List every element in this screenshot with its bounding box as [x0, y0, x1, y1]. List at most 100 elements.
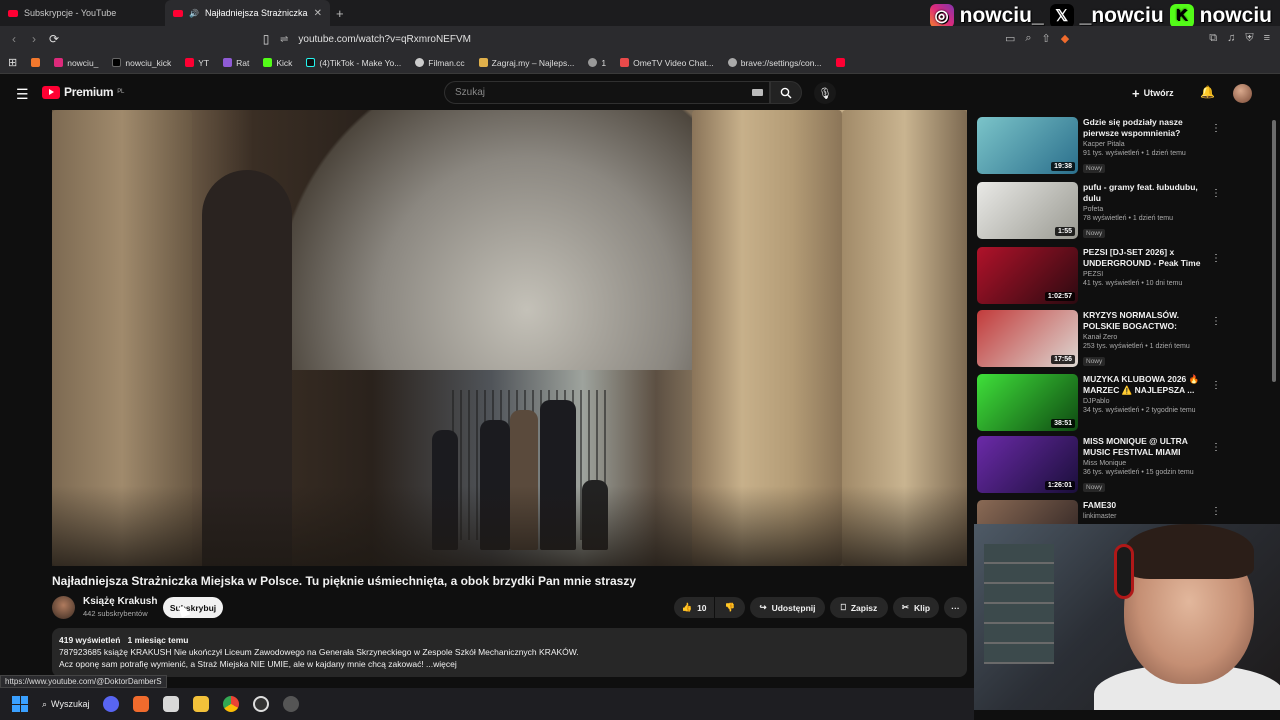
bookmark-youtube[interactable]: [835, 58, 845, 67]
recommended-channel[interactable]: DJPablo: [1083, 398, 1208, 405]
channel-name[interactable]: Książę Krakush: [83, 596, 157, 607]
bookmark-rat[interactable]: Rat: [223, 58, 249, 68]
discord-icon[interactable]: [103, 696, 120, 712]
account-avatar[interactable]: [1233, 84, 1252, 103]
bookmark-filman[interactable]: Filman.cc: [415, 58, 465, 68]
menu-icon[interactable]: ≡: [1264, 32, 1270, 45]
recommended-video[interactable]: 1:26:01 MISS MONIQUE @ ULTRA MUSIC FESTIV…: [977, 436, 1267, 496]
recommended-title[interactable]: FAME30: [1083, 500, 1208, 511]
obs-icon[interactable]: [253, 696, 270, 712]
recommended-title[interactable]: PEZSI [DJ-SET 2026] x UNDERGROUND - Peak…: [1083, 247, 1208, 269]
video-thumbnail[interactable]: 1:26:01: [977, 436, 1078, 493]
close-tab-icon[interactable]: ✕: [314, 8, 322, 19]
video-thumbnail[interactable]: 1:55: [977, 182, 1078, 239]
media-icon[interactable]: ♫: [1227, 32, 1235, 45]
brave-icon[interactable]: [133, 696, 150, 712]
vpn-icon[interactable]: ⛨: [1245, 32, 1253, 45]
voice-search-button[interactable]: 🎙: [814, 82, 836, 104]
zoom-icon[interactable]: ⌕: [1025, 32, 1031, 45]
more-vertical-icon[interactable]: ⋮: [1211, 253, 1221, 264]
channel-avatar[interactable]: [52, 596, 75, 619]
youtube-premium-logo[interactable]: Premium PL: [42, 85, 124, 99]
extensions-icon[interactable]: ⧉: [1209, 32, 1217, 45]
bookmark-instagram[interactable]: nowciu_: [54, 58, 98, 68]
bookmark-brave-settings[interactable]: brave://settings/con...: [727, 58, 822, 68]
dislike-button[interactable]: 👎: [715, 597, 745, 618]
recommended-title[interactable]: Gdzie się podziały nasze pierwsze wspomn…: [1083, 117, 1208, 139]
forward-icon[interactable]: ›: [24, 32, 44, 46]
recommended-channel[interactable]: linkimaster: [1083, 513, 1208, 520]
search-button[interactable]: [770, 81, 802, 104]
bookmark-tiktok[interactable]: (4)TikTok - Make Yo...: [306, 58, 401, 68]
page-scrollbar[interactable]: [1272, 120, 1276, 382]
description-box[interactable]: 419 wyświetleń 1 miesiąc temu 787923685 …: [52, 628, 967, 677]
video-thumbnail[interactable]: 38:51: [977, 374, 1078, 431]
save-button[interactable]: ⎕ Zapisz: [830, 597, 888, 618]
recommended-title[interactable]: MUZYKA KLUBOWA 2026 🔥 MARZEC ⚠️ NAJLEPSZ…: [1083, 374, 1208, 396]
video-thumbnail[interactable]: 19:38: [977, 117, 1078, 174]
share-button[interactable]: ↪ Udostępnij: [750, 597, 825, 618]
recommended-title[interactable]: pufu - gramy feat. łubudubu, dulu: [1083, 182, 1208, 204]
recommended-title[interactable]: KRYZYS NORMALSÓW. POLSKIE BOGACTWO: KRED…: [1083, 310, 1208, 332]
apps-icon[interactable]: ⊞: [8, 56, 17, 69]
bookmark-x[interactable]: nowciu_kick: [112, 58, 171, 68]
keyboard-icon[interactable]: [752, 89, 763, 96]
tab-subskrypcje[interactable]: Subskrypcje - YouTube: [0, 0, 165, 26]
recommended-video[interactable]: FAME30 linkimaster ⋮: [977, 500, 1267, 524]
new-tab-button[interactable]: +: [336, 6, 344, 21]
reload-icon[interactable]: ⟳: [44, 32, 64, 46]
recommended-channel[interactable]: Kacper Pitala: [1083, 141, 1208, 148]
recommended-channel[interactable]: Kanał Zero: [1083, 334, 1208, 341]
brave-shield-icon[interactable]: ◆: [1061, 32, 1069, 45]
more-vertical-icon[interactable]: ⋮: [1211, 380, 1221, 391]
like-button[interactable]: 👍 10: [674, 597, 714, 618]
bookmark-yt[interactable]: YT: [185, 58, 209, 68]
recommended-title[interactable]: MISS MONIQUE @ ULTRA MUSIC FESTIVAL MIAM…: [1083, 436, 1208, 458]
subscribe-button[interactable]: Subskrybuj: [163, 597, 223, 618]
recommended-channel[interactable]: PEZSI: [1083, 271, 1208, 278]
recommended-video[interactable]: 1:55 pufu - gramy feat. łubudubu, dulu Pof…: [977, 182, 1267, 242]
recommended-list: 19:38 Gdzie się podziały nasze pierwsze w…: [977, 110, 1267, 524]
video-thumbnail[interactable]: 1:02:57: [977, 247, 1078, 304]
notifications-bell-icon[interactable]: 🔔: [1200, 85, 1215, 99]
video-thumbnail[interactable]: [977, 500, 1078, 524]
bookmark-rss[interactable]: [31, 58, 41, 67]
tab-current-video[interactable]: 🔊 Najładniejsza Strażniczka Miej... ✕: [165, 0, 330, 26]
bookmark-icon[interactable]: ▯: [256, 32, 276, 46]
recommended-channel[interactable]: Pofeta: [1083, 206, 1208, 213]
url-field[interactable]: ⇌ youtube.com/watch?v=qRxmroNEFVM: [280, 30, 1000, 48]
create-button[interactable]: + Utwórz: [1132, 84, 1174, 102]
back-icon[interactable]: ‹: [4, 32, 24, 46]
more-vertical-icon[interactable]: ⋮: [1211, 506, 1221, 517]
recommended-video[interactable]: 17:56 KRYZYS NORMALSÓW. POLSKIE BOGACTWO:…: [977, 310, 1267, 370]
share-icon[interactable]: ⇧: [1042, 32, 1051, 45]
more-actions-button[interactable]: ···: [944, 597, 967, 618]
windows-start-icon[interactable]: [12, 696, 28, 712]
clip-button[interactable]: ✂ Klip: [893, 597, 939, 618]
settings-app-icon[interactable]: [283, 696, 300, 712]
more-vertical-icon[interactable]: ⋮: [1211, 316, 1221, 327]
search-input[interactable]: Szukaj: [444, 81, 770, 104]
recommended-channel[interactable]: Miss Monique: [1083, 460, 1208, 467]
site-info-icon[interactable]: ⇌: [280, 34, 288, 45]
speaker-icon: 🔊: [189, 8, 199, 18]
recommended-video[interactable]: 38:51 MUZYKA KLUBOWA 2026 🔥 MARZEC ⚠️ NAJ…: [977, 374, 1267, 434]
bookmark-kick[interactable]: Kick: [263, 58, 292, 68]
video-player[interactable]: [52, 110, 967, 566]
cast-icon[interactable]: ▭: [1005, 32, 1015, 45]
more-vertical-icon[interactable]: ⋮: [1211, 188, 1221, 199]
bookmark-counter[interactable]: 1: [588, 58, 606, 68]
bookmark-zagraj[interactable]: Zagraj.my – Najleps...: [478, 58, 574, 68]
more-vertical-icon[interactable]: ⋮: [1211, 442, 1221, 453]
recommended-video[interactable]: 1:02:57 PEZSI [DJ-SET 2026] x UNDERGROUND…: [977, 247, 1267, 307]
taskbar-search[interactable]: ⌕ Wyszukaj: [42, 699, 89, 710]
more-vertical-icon[interactable]: ⋮: [1211, 123, 1221, 134]
file-explorer-icon[interactable]: [193, 696, 210, 712]
recommended-video[interactable]: 19:38 Gdzie się podziały nasze pierwsze w…: [977, 117, 1267, 177]
video-duration: 1:26:01: [1044, 481, 1075, 490]
video-thumbnail[interactable]: 17:56: [977, 310, 1078, 367]
hamburger-menu-icon[interactable]: ☰: [16, 86, 29, 103]
bookmark-ometv[interactable]: OmeTV Video Chat...: [620, 58, 714, 68]
app-icon[interactable]: [163, 696, 180, 712]
chrome-icon[interactable]: [223, 696, 240, 712]
